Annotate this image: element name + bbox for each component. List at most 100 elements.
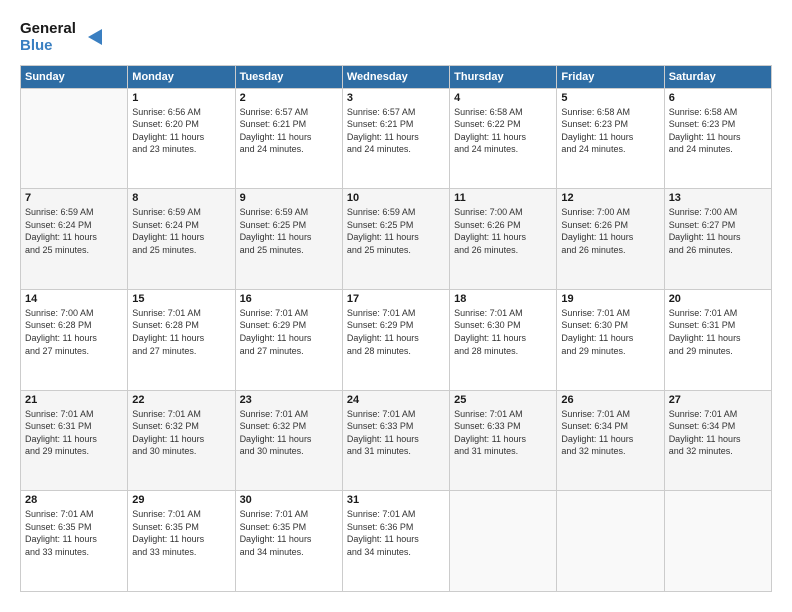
calendar-cell: 4 Sunrise: 6:58 AM Sunset: 6:22 PM Daylig… <box>450 88 557 189</box>
calendar-cell: 12Sunrise: 7:00 AM Sunset: 6:26 PM Dayli… <box>557 189 664 290</box>
calendar-header-thursday: Thursday <box>450 65 557 88</box>
day-info: Sunrise: 6:59 AM Sunset: 6:24 PM Dayligh… <box>25 206 123 256</box>
day-info: Sunrise: 6:57 AM Sunset: 6:21 PM Dayligh… <box>240 106 338 156</box>
calendar-cell: 17Sunrise: 7:01 AM Sunset: 6:29 PM Dayli… <box>342 289 449 390</box>
day-number: 26 <box>561 394 659 406</box>
calendar-header-friday: Friday <box>557 65 664 88</box>
day-number: 7 <box>25 192 123 204</box>
day-number: 29 <box>132 494 230 506</box>
calendar-table: SundayMondayTuesdayWednesdayThursdayFrid… <box>20 65 772 593</box>
day-info: Sunrise: 7:01 AM Sunset: 6:30 PM Dayligh… <box>561 307 659 357</box>
day-info: Sunrise: 7:01 AM Sunset: 6:32 PM Dayligh… <box>240 408 338 458</box>
calendar-header-monday: Monday <box>128 65 235 88</box>
calendar-week-1: 1Sunrise: 6:56 AM Sunset: 6:20 PM Daylig… <box>21 88 772 189</box>
calendar-cell: 21 Sunrise: 7:01 AM Sunset: 6:31 PM Dayli… <box>21 390 128 491</box>
day-number: 10 <box>347 192 445 204</box>
calendar-header-saturday: Saturday <box>664 65 771 88</box>
calendar-cell: 31Sunrise: 7:01 AM Sunset: 6:36 PM Dayli… <box>342 491 449 592</box>
day-info: Sunrise: 7:01 AM Sunset: 6:29 PM Dayligh… <box>347 307 445 357</box>
calendar-cell: 27 Sunrise: 7:01 AM Sunset: 6:34 PM Dayli… <box>664 390 771 491</box>
calendar-week-5: 28 Sunrise: 7:01 AM Sunset: 6:35 PM Dayli… <box>21 491 772 592</box>
calendar-cell: 3 Sunrise: 6:57 AM Sunset: 6:21 PM Daylig… <box>342 88 449 189</box>
day-number: 8 <box>132 192 230 204</box>
day-number: 16 <box>240 293 338 305</box>
calendar-cell: 26 Sunrise: 7:01 AM Sunset: 6:34 PM Dayli… <box>557 390 664 491</box>
day-info: Sunrise: 7:01 AM Sunset: 6:29 PM Dayligh… <box>240 307 338 357</box>
calendar-cell: 23 Sunrise: 7:01 AM Sunset: 6:32 PM Dayli… <box>235 390 342 491</box>
day-info: Sunrise: 7:01 AM Sunset: 6:34 PM Dayligh… <box>561 408 659 458</box>
day-number: 6 <box>669 92 767 104</box>
day-info: Sunrise: 7:00 AM Sunset: 6:28 PM Dayligh… <box>25 307 123 357</box>
logo-blue: Blue <box>20 37 76 54</box>
calendar-cell: 20Sunrise: 7:01 AM Sunset: 6:31 PM Dayli… <box>664 289 771 390</box>
day-info: Sunrise: 7:00 AM Sunset: 6:26 PM Dayligh… <box>454 206 552 256</box>
day-number: 25 <box>454 394 552 406</box>
day-info: Sunrise: 7:01 AM Sunset: 6:32 PM Dayligh… <box>132 408 230 458</box>
day-info: Sunrise: 7:01 AM Sunset: 6:34 PM Dayligh… <box>669 408 767 458</box>
day-info: Sunrise: 7:01 AM Sunset: 6:30 PM Dayligh… <box>454 307 552 357</box>
day-info: Sunrise: 7:00 AM Sunset: 6:26 PM Dayligh… <box>561 206 659 256</box>
calendar-cell: 19Sunrise: 7:01 AM Sunset: 6:30 PM Dayli… <box>557 289 664 390</box>
day-number: 28 <box>25 494 123 506</box>
day-info: Sunrise: 6:59 AM Sunset: 6:25 PM Dayligh… <box>347 206 445 256</box>
day-info: Sunrise: 7:01 AM Sunset: 6:35 PM Dayligh… <box>25 508 123 558</box>
day-number: 15 <box>132 293 230 305</box>
calendar-cell: 13 Sunrise: 7:00 AM Sunset: 6:27 PM Dayli… <box>664 189 771 290</box>
calendar-cell <box>664 491 771 592</box>
day-info: Sunrise: 7:01 AM Sunset: 6:35 PM Dayligh… <box>240 508 338 558</box>
day-number: 11 <box>454 192 552 204</box>
calendar-cell: 8 Sunrise: 6:59 AM Sunset: 6:24 PM Daylig… <box>128 189 235 290</box>
day-info: Sunrise: 7:01 AM Sunset: 6:35 PM Dayligh… <box>132 508 230 558</box>
day-number: 13 <box>669 192 767 204</box>
day-info: Sunrise: 6:58 AM Sunset: 6:23 PM Dayligh… <box>561 106 659 156</box>
calendar-cell: 5 Sunrise: 6:58 AM Sunset: 6:23 PM Daylig… <box>557 88 664 189</box>
calendar-cell: 14Sunrise: 7:00 AM Sunset: 6:28 PM Dayli… <box>21 289 128 390</box>
day-number: 9 <box>240 192 338 204</box>
page: General Blue SundayMondayTuesdayWednesda… <box>0 0 792 612</box>
day-number: 2 <box>240 92 338 104</box>
day-info: Sunrise: 7:01 AM Sunset: 6:28 PM Dayligh… <box>132 307 230 357</box>
calendar-cell: 18 Sunrise: 7:01 AM Sunset: 6:30 PM Dayli… <box>450 289 557 390</box>
day-info: Sunrise: 6:59 AM Sunset: 6:24 PM Dayligh… <box>132 206 230 256</box>
day-info: Sunrise: 7:01 AM Sunset: 6:31 PM Dayligh… <box>669 307 767 357</box>
calendar-week-2: 7 Sunrise: 6:59 AM Sunset: 6:24 PM Daylig… <box>21 189 772 290</box>
calendar-cell: 1Sunrise: 6:56 AM Sunset: 6:20 PM Daylig… <box>128 88 235 189</box>
day-number: 30 <box>240 494 338 506</box>
day-number: 23 <box>240 394 338 406</box>
day-info: Sunrise: 6:59 AM Sunset: 6:25 PM Dayligh… <box>240 206 338 256</box>
day-info: Sunrise: 7:00 AM Sunset: 6:27 PM Dayligh… <box>669 206 767 256</box>
calendar-body: 1Sunrise: 6:56 AM Sunset: 6:20 PM Daylig… <box>21 88 772 592</box>
calendar-cell: 6 Sunrise: 6:58 AM Sunset: 6:23 PM Daylig… <box>664 88 771 189</box>
calendar-cell: 24Sunrise: 7:01 AM Sunset: 6:33 PM Dayli… <box>342 390 449 491</box>
calendar-cell: 25 Sunrise: 7:01 AM Sunset: 6:33 PM Dayli… <box>450 390 557 491</box>
calendar-cell: 15 Sunrise: 7:01 AM Sunset: 6:28 PM Dayli… <box>128 289 235 390</box>
day-number: 5 <box>561 92 659 104</box>
day-number: 1 <box>132 92 230 104</box>
calendar-header-tuesday: Tuesday <box>235 65 342 88</box>
calendar-week-3: 14Sunrise: 7:00 AM Sunset: 6:28 PM Dayli… <box>21 289 772 390</box>
day-info: Sunrise: 6:58 AM Sunset: 6:22 PM Dayligh… <box>454 106 552 156</box>
logo: General Blue <box>20 20 106 55</box>
day-number: 24 <box>347 394 445 406</box>
day-info: Sunrise: 7:01 AM Sunset: 6:36 PM Dayligh… <box>347 508 445 558</box>
logo-general: General <box>20 20 76 37</box>
calendar-cell <box>21 88 128 189</box>
calendar-cell <box>557 491 664 592</box>
calendar-cell: 7 Sunrise: 6:59 AM Sunset: 6:24 PM Daylig… <box>21 189 128 290</box>
day-number: 3 <box>347 92 445 104</box>
day-number: 27 <box>669 394 767 406</box>
day-number: 4 <box>454 92 552 104</box>
day-info: Sunrise: 7:01 AM Sunset: 6:31 PM Dayligh… <box>25 408 123 458</box>
calendar-week-4: 21 Sunrise: 7:01 AM Sunset: 6:31 PM Dayli… <box>21 390 772 491</box>
calendar-cell: 16 Sunrise: 7:01 AM Sunset: 6:29 PM Dayli… <box>235 289 342 390</box>
day-number: 21 <box>25 394 123 406</box>
day-info: Sunrise: 7:01 AM Sunset: 6:33 PM Dayligh… <box>454 408 552 458</box>
day-info: Sunrise: 6:58 AM Sunset: 6:23 PM Dayligh… <box>669 106 767 156</box>
calendar-cell <box>450 491 557 592</box>
calendar-cell: 22 Sunrise: 7:01 AM Sunset: 6:32 PM Dayli… <box>128 390 235 491</box>
day-info: Sunrise: 6:57 AM Sunset: 6:21 PM Dayligh… <box>347 106 445 156</box>
day-number: 22 <box>132 394 230 406</box>
calendar-header-row: SundayMondayTuesdayWednesdayThursdayFrid… <box>21 65 772 88</box>
logo-arrow-icon <box>84 26 106 48</box>
day-number: 18 <box>454 293 552 305</box>
